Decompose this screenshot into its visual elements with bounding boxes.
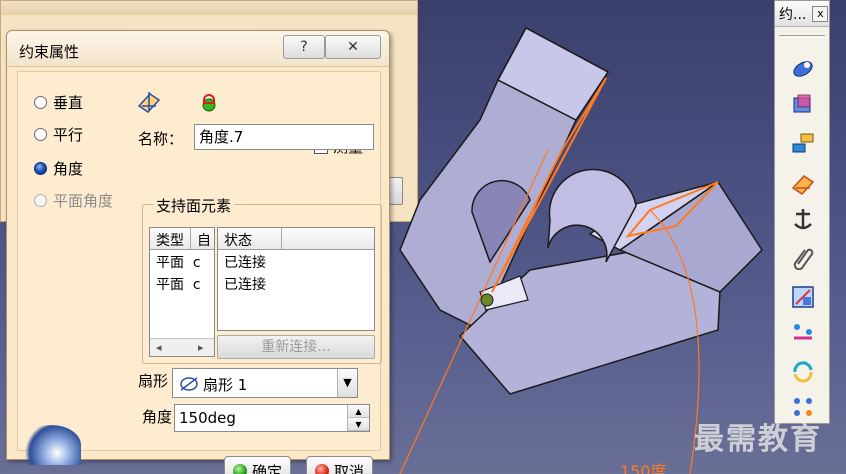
angle-constraint-icon — [137, 92, 161, 113]
status-list-header: 状态 — [218, 228, 374, 250]
row-partial: c — [192, 255, 201, 271]
status-row[interactable]: 已连接 — [218, 272, 374, 294]
row-type: 平面 — [156, 277, 184, 293]
fix-together-icon[interactable] — [789, 243, 817, 271]
sector-select[interactable]: 扇形 1 ▼ — [172, 368, 358, 398]
name-input[interactable]: 角度.7 — [194, 124, 374, 150]
radio-angle[interactable] — [34, 162, 47, 175]
angle-constraint-icon[interactable] — [789, 169, 817, 197]
toolbar-title: 约... — [779, 6, 807, 23]
fix-component-icon[interactable] — [789, 205, 817, 233]
increment-icon[interactable]: ▲ — [348, 405, 369, 418]
option-perpendicular[interactable]: 垂直 — [34, 92, 83, 113]
angle-stepper-buttons: ▲ ▼ — [347, 405, 369, 431]
dropdown-arrow-icon[interactable]: ▼ — [337, 369, 357, 397]
option-angle-label: 角度 — [53, 160, 84, 178]
angle-label: 角度 — [142, 408, 173, 426]
option-perpendicular-label: 垂直 — [53, 94, 84, 112]
radio-planar-angle — [34, 194, 47, 207]
3d-viewport[interactable] — [380, 0, 780, 474]
reconnect-button: 重新连接... — [217, 335, 375, 359]
col-type-header[interactable]: 类型 — [150, 228, 191, 249]
sector-icon — [180, 377, 198, 391]
angle-dimension-label: 150度 — [620, 462, 667, 474]
row-type: 平面 — [156, 255, 184, 271]
col-partial-header[interactable]: 自 — [191, 228, 214, 249]
dialog-body: 垂直 平行 角度 平面角度 测量 名称： 角度.7 支持面元素 — [17, 71, 382, 474]
help-button[interactable]: ? — [283, 35, 325, 59]
angle-value: 150deg — [179, 409, 236, 427]
table-row[interactable]: 平面 c — [150, 272, 214, 294]
table-row[interactable]: 平面 c — [150, 250, 214, 272]
contact-constraint-icon[interactable] — [789, 55, 817, 83]
name-label: 名称： — [138, 130, 184, 148]
constraints-toolbar: 约... x — [774, 0, 830, 424]
support-elements-title: 支持面元素 — [153, 195, 235, 216]
flexible-subassembly-icon[interactable] — [789, 319, 817, 347]
element-list-header: 类型 自 — [150, 228, 214, 250]
close-button[interactable]: ✕ — [325, 35, 381, 59]
status-row[interactable]: 已连接 — [218, 250, 374, 272]
background-window-titlebar — [1, 1, 417, 15]
scroll-left-icon[interactable]: ◂ — [156, 341, 162, 354]
angle-value-stepper[interactable]: 150deg ▲ ▼ — [174, 404, 370, 432]
change-constraint-icon[interactable] — [789, 357, 817, 385]
decrement-icon[interactable]: ▼ — [348, 418, 369, 431]
constraint-symbol[interactable] — [480, 293, 494, 307]
radio-parallel[interactable] — [34, 128, 47, 141]
constraint-properties-dialog: 约束属性 ? ✕ 垂直 平行 角度 平面角度 测量 — [6, 30, 390, 474]
ok-label: 确定 — [252, 462, 283, 474]
radio-perpendicular[interactable] — [34, 96, 47, 109]
dialog-titlebar: 约束属性 ? ✕ — [7, 31, 389, 67]
cancel-button[interactable]: 取消 — [306, 456, 374, 474]
ok-button[interactable]: 确定 — [224, 456, 292, 474]
toolbar-titlebar: 约... x — [775, 1, 829, 27]
col-status-header[interactable]: 状态 — [218, 228, 282, 249]
cancel-icon — [315, 464, 329, 474]
col-empty-header — [282, 228, 374, 249]
quick-constraint-icon[interactable] — [789, 283, 817, 311]
option-angle[interactable]: 角度 — [34, 158, 83, 179]
toolbar-close-button[interactable]: x — [812, 5, 829, 22]
compass-globe-icon — [21, 425, 81, 465]
support-elements-group: 支持面元素 类型 自 平面 c 平面 c ◂ ▸ 状态 已连接 已连接 重新连接… — [142, 195, 382, 364]
element-type-list[interactable]: 类型 自 平面 c 平面 c ◂ ▸ — [149, 227, 215, 357]
toolbar-grip[interactable] — [779, 35, 825, 38]
dialog-title: 约束属性 — [19, 43, 80, 61]
option-parallel-label: 平行 — [53, 126, 84, 144]
sector-label: 扇形 — [138, 372, 169, 390]
scroll-right-icon[interactable]: ▸ — [198, 341, 204, 354]
offset-constraint-icon[interactable] — [789, 129, 817, 157]
cancel-label: 取消 — [334, 462, 365, 474]
horizontal-scrollbar[interactable]: ◂ ▸ — [150, 338, 214, 356]
row-partial: c — [192, 277, 201, 293]
constraint-status-icon — [202, 94, 216, 112]
ok-icon — [233, 464, 247, 474]
status-list[interactable]: 状态 已连接 已连接 — [217, 227, 375, 331]
option-parallel[interactable]: 平行 — [34, 124, 83, 145]
sector-select-value: 扇形 1 — [203, 376, 248, 394]
option-planar-angle-label: 平面角度 — [53, 192, 114, 210]
coincidence-constraint-icon[interactable] — [789, 91, 817, 119]
option-planar-angle: 平面角度 — [34, 190, 113, 211]
watermark: 最需教育 — [694, 422, 822, 457]
